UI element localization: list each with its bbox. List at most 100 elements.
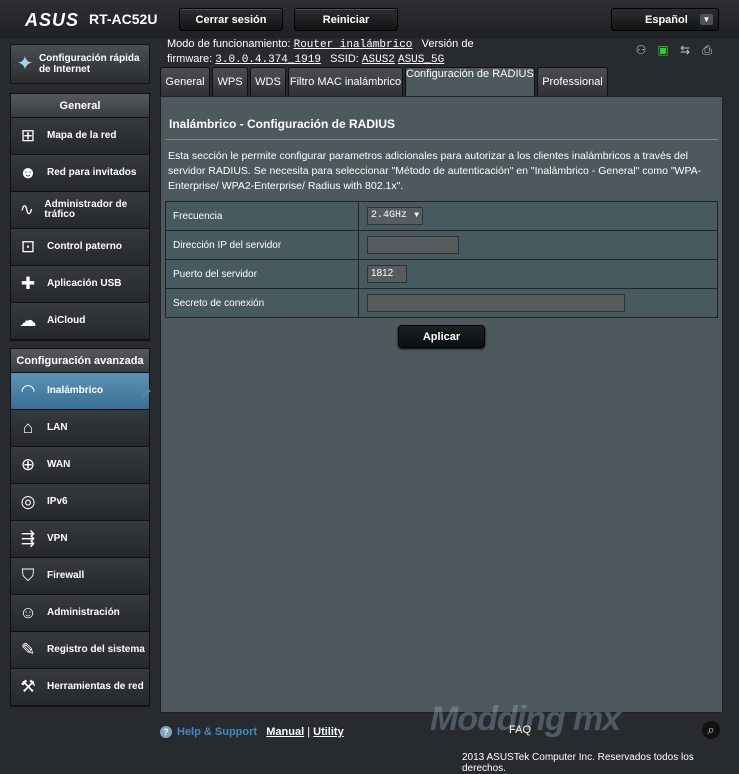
mode-label: Modo de funcionamiento: [167, 38, 291, 50]
users-icon[interactable]: ⚇ [634, 44, 648, 56]
sidebar-label: Control paterno [47, 241, 122, 252]
sidebar-item-traffic-manager[interactable]: ∿ Administrador de tráfico [11, 192, 149, 229]
faq-label[interactable]: FAQ [509, 724, 531, 736]
tab-general[interactable]: General [160, 67, 210, 96]
server-ip-label: Dirección IP del servidor [165, 230, 359, 260]
sidebar-item-parental-control[interactable]: ⊡ Control paterno [11, 229, 149, 266]
chevron-down-icon: ▼ [700, 14, 713, 25]
wand-icon: ✦ [16, 53, 34, 75]
page-title: Inalámbrico - Configuración de RADIUS [169, 117, 396, 131]
tab-professional[interactable]: Professional [537, 67, 608, 96]
sidebar-item-aicloud[interactable]: ☁ AiCloud [11, 303, 149, 340]
sidebar-item-lan[interactable]: ⌂ LAN [11, 410, 149, 447]
table-row: Frecuencia 2.4GHz ▼ [165, 201, 718, 231]
general-menu: General ⊞ Mapa de la red ☻ Red para invita… [10, 93, 150, 341]
sidebar-item-usb-app[interactable]: ✚ Aplicación USB [11, 266, 149, 303]
footer-separator: | [307, 726, 311, 738]
traffic-icon: ∿ [19, 200, 34, 219]
sidebar-label: AiCloud [47, 315, 86, 326]
sidebar-label: Inalámbrico [47, 385, 104, 396]
model-name: RT-AC52U [89, 11, 158, 27]
sidebar-item-system-log[interactable]: ✎ Registro del sistema [11, 632, 149, 669]
connection-secret-input[interactable] [367, 294, 625, 312]
quick-setup-button[interactable]: ✦ Configuración rápida de Internet [10, 44, 150, 84]
sidebar-item-administration[interactable]: ☺ Administración [11, 595, 149, 632]
reboot-button[interactable]: Reiniciar [294, 8, 398, 31]
table-row: Dirección IP del servidor [165, 230, 718, 260]
network-icon[interactable]: ▣ [656, 44, 670, 56]
sidebar-item-firewall[interactable]: ⛉ Firewall [11, 558, 149, 595]
home-icon: ⌂ [22, 418, 34, 437]
ssid-link-1[interactable]: ASUS2 [362, 54, 395, 66]
lock-icon: ⊡ [20, 237, 36, 256]
general-header: General [11, 94, 149, 118]
guests-icon: ☻ [19, 163, 37, 182]
tab-wps[interactable]: WPS [212, 67, 248, 96]
firmware-link[interactable]: 3.0.0.4.374_1919 [215, 54, 321, 66]
sidebar-label: Herramientas de red [47, 681, 144, 692]
language-select[interactable]: Español ▼ [611, 8, 719, 31]
server-port-input[interactable]: 1812 [367, 265, 407, 283]
shield-icon: ⛉ [21, 566, 35, 585]
connection-secret-label: Secreto de conexión [165, 288, 359, 318]
tools-icon: ⚒ [20, 677, 36, 696]
ssid-link-2[interactable]: ASUS_5G [398, 54, 444, 66]
sidebar-item-network-tools[interactable]: ⚒ Herramientas de red [11, 669, 149, 706]
sidebar-item-wan[interactable]: ⊕ WAN [11, 447, 149, 484]
network-map-icon: ⊞ [20, 126, 36, 145]
sidebar-item-wireless[interactable]: ◠ Inalámbrico [11, 373, 151, 410]
sidebar-label: Red para invitados [47, 167, 137, 178]
log-icon: ✎ [20, 640, 36, 659]
copyright: 2013 ASUSTek Computer Inc. Reservados to… [462, 752, 694, 774]
language-label: Español [645, 13, 688, 26]
sidebar-item-network-map[interactable]: ⊞ Mapa de la red [11, 118, 149, 155]
sidebar-item-ipv6[interactable]: ◎ IPv6 [11, 484, 149, 521]
top-bar: ASUS RT-AC52U Cerrar sesión Reiniciar Es… [0, 0, 739, 38]
table-row: Puerto del servidor 1812 [165, 259, 718, 289]
tab-radius[interactable]: Configuración de RADIUS [405, 67, 535, 97]
tab-mac-filter[interactable]: Filtro MAC inalámbrico [288, 67, 403, 96]
printer-icon[interactable]: ⎙ [700, 44, 714, 56]
tab-wds[interactable]: WDS [250, 67, 286, 96]
sidebar-label: Administración [47, 607, 120, 618]
help-support-label: Help & Support [177, 726, 258, 738]
footer: ? Help & Support Manual | Utility [160, 720, 723, 744]
frequency-value: 2.4GHz [371, 210, 408, 221]
chevron-down-icon: ▼ [414, 211, 419, 220]
globe-icon: ⊕ [20, 455, 36, 474]
content-panel: Inalámbrico - Configuración de RADIUS Es… [160, 96, 723, 713]
cloud-icon: ☁ [19, 311, 37, 330]
usb-icon[interactable]: ⇆ [678, 44, 692, 56]
puzzle-icon: ✚ [20, 274, 36, 293]
vpn-icon: ⇶ [20, 529, 36, 548]
sidebar-label: Administrador de tráfico [44, 199, 128, 220]
sidebar-label: Mapa de la red [47, 130, 117, 141]
help-icon: ? [160, 726, 172, 738]
sidebar-label: VPN [47, 533, 68, 544]
server-port-label: Puerto del servidor [165, 259, 359, 289]
table-row: Secreto de conexión [165, 288, 718, 318]
admin-icon: ☺ [19, 603, 37, 622]
utility-link[interactable]: Utility [313, 726, 344, 738]
status-info: Modo de funcionamiento: Router inalámbri… [167, 37, 497, 67]
wifi-icon: ◠ [20, 381, 36, 400]
sidebar-item-guest-network[interactable]: ☻ Red para invitados [11, 155, 149, 192]
search-icon[interactable]: ⌕ [702, 721, 720, 739]
advanced-menu: Configuración avanzada ◠ Inalámbrico ⌂ LAN… [10, 348, 151, 707]
asus-logo: ASUS [25, 10, 80, 30]
apply-button[interactable]: Aplicar [398, 325, 485, 348]
sidebar-label: WAN [47, 459, 71, 470]
manual-link[interactable]: Manual [266, 726, 304, 738]
sidebar-label: Firewall [47, 570, 85, 581]
sidebar-item-vpn[interactable]: ⇶ VPN [11, 521, 149, 558]
ssid-label: SSID: [330, 53, 359, 65]
sidebar-label: LAN [47, 422, 68, 433]
server-ip-input[interactable] [367, 236, 459, 254]
sidebar-label: Aplicación USB [47, 278, 122, 289]
frequency-select[interactable]: 2.4GHz ▼ [367, 207, 423, 225]
title-divider [166, 139, 718, 140]
logout-button[interactable]: Cerrar sesión [179, 8, 283, 31]
mode-link[interactable]: Router inalámbrico [294, 39, 413, 51]
radius-settings-table: Frecuencia 2.4GHz ▼ Dirección IP del serv… [165, 201, 718, 318]
sidebar-label: IPv6 [47, 496, 68, 507]
